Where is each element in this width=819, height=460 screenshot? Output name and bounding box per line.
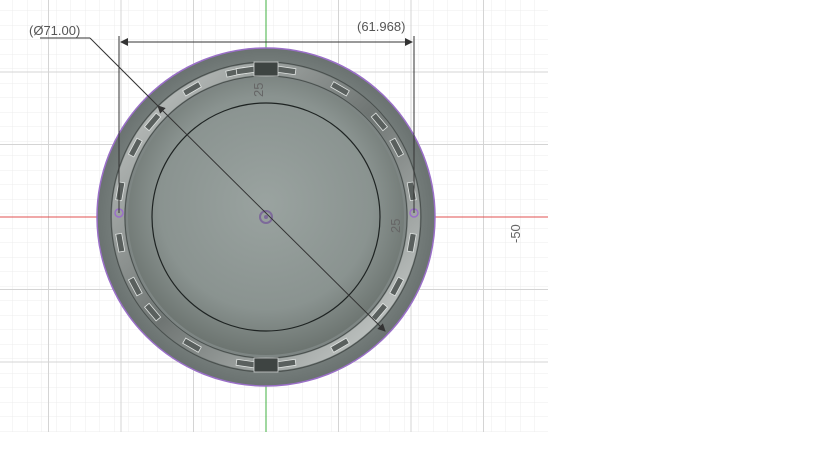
origin-dot [264, 215, 268, 219]
sketch-canvas[interactable]: (61.968) (Ø71.00) -50 25 25 [0, 0, 548, 432]
ring-tab [253, 357, 279, 373]
axis-label-y-neg-50: -50 [508, 224, 523, 243]
diameter-dimension-label[interactable]: (Ø71.00) [29, 23, 80, 38]
canvas-viewport[interactable]: (61.968) (Ø71.00) -50 25 25 [0, 0, 548, 432]
axis-label-top-25: 25 [251, 83, 266, 97]
width-dimension-label[interactable]: (61.968) [357, 19, 405, 34]
axis-label-right-25: 25 [388, 219, 403, 233]
ring-tab [253, 61, 279, 77]
